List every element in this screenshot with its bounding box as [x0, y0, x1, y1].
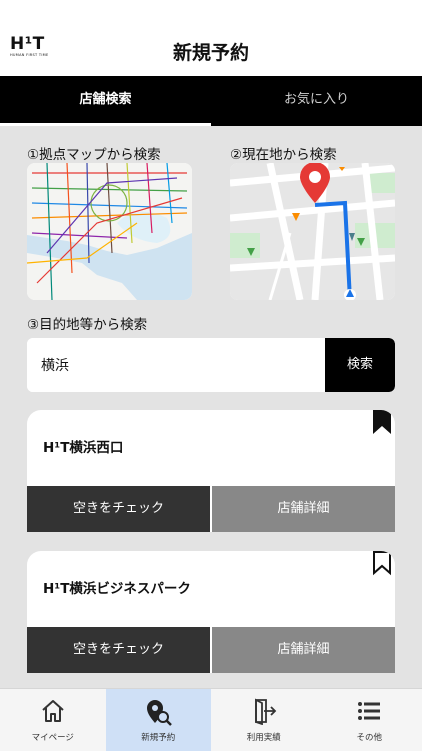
transit-map-image [27, 163, 192, 300]
bookmark-filled-icon[interactable] [372, 410, 392, 435]
tab-favorites[interactable]: お気に入り [211, 76, 422, 126]
base-map-thumbnail[interactable] [27, 163, 192, 300]
current-location-map-thumbnail[interactable] [230, 163, 395, 300]
location-search-label: ②現在地から検索 [230, 143, 337, 163]
destination-search-input[interactable] [27, 338, 325, 392]
tab-bar: 店舗検索 お気に入り [0, 76, 422, 126]
store-card: H¹T横浜ビジネスパーク 空きをチェック 店舗詳細 [27, 551, 395, 673]
check-availability-button[interactable]: 空きをチェック [27, 627, 210, 673]
page-title: 新規予約 [0, 38, 422, 65]
nav-label: マイページ [0, 731, 106, 743]
nav-label: 利用実績 [211, 731, 317, 743]
home-icon [39, 697, 67, 725]
store-details-button[interactable]: 店舗詳細 [212, 627, 395, 673]
nav-item-new-booking[interactable]: 新規予約 [106, 689, 212, 751]
list-icon [355, 697, 383, 725]
nav-item-other[interactable]: その他 [317, 689, 422, 751]
search-button[interactable]: 検索 [325, 338, 395, 392]
bookmark-outline-icon[interactable] [372, 551, 392, 576]
app-header: H¹T HUMAN FIRST TIME 新規予約 [0, 0, 422, 76]
nav-label: 新規予約 [106, 731, 212, 743]
bottom-navigation: マイページ 新規予約 利用実績 その他 [0, 688, 422, 751]
nav-label: その他 [317, 731, 422, 743]
store-name: H¹T横浜西口 [43, 436, 123, 456]
map-pin-search-icon [143, 697, 173, 727]
door-exit-icon [250, 697, 278, 725]
store-card: H¹T横浜西口 空きをチェック 店舗詳細 [27, 410, 395, 532]
store-name: H¹T横浜ビジネスパーク [43, 577, 191, 597]
tab-store-search[interactable]: 店舗検索 [0, 76, 211, 126]
destination-search-box: 検索 [27, 338, 395, 392]
location-map-image [230, 163, 395, 300]
map-search-label: ①拠点マップから検索 [27, 143, 161, 163]
nav-item-usage-history[interactable]: 利用実績 [211, 689, 317, 751]
check-availability-button[interactable]: 空きをチェック [27, 486, 210, 532]
destination-search-label: ③目的地等から検索 [27, 313, 147, 333]
nav-item-mypage[interactable]: マイページ [0, 689, 106, 751]
store-details-button[interactable]: 店舗詳細 [212, 486, 395, 532]
